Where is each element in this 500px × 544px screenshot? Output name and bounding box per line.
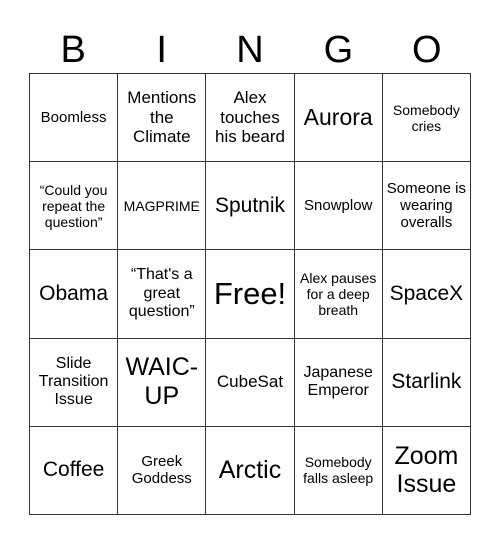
bingo-cell[interactable]: Alex pauses for a deep breath	[294, 250, 383, 339]
bingo-cell[interactable]: WAIC-UP	[118, 338, 207, 427]
bingo-cell[interactable]: Greek Goddess	[118, 426, 207, 515]
bingo-cell[interactable]: Someone is wearing overalls	[382, 162, 471, 251]
bingo-cell[interactable]: CubeSat	[206, 338, 295, 427]
bingo-cell[interactable]: Boomless	[30, 74, 119, 163]
bingo-cell[interactable]: Somebody cries	[382, 74, 471, 163]
bingo-cell[interactable]: Aurora	[294, 74, 383, 163]
free-space[interactable]: Free!	[206, 250, 295, 339]
header-letter-b: B	[60, 29, 86, 71]
bingo-cell[interactable]: Alex touches his beard	[206, 74, 295, 163]
bingo-cell[interactable]: Slide Transition Issue	[30, 338, 119, 427]
bingo-cell[interactable]: Snowplow	[294, 162, 383, 251]
bingo-cell[interactable]: Sputnik	[206, 162, 295, 251]
bingo-cell[interactable]: SpaceX	[382, 250, 471, 339]
header-letter-o: O	[412, 29, 442, 71]
bingo-grid: Boomless Mentions the Climate Alex touch…	[29, 73, 471, 515]
bingo-cell[interactable]: MAGPRIME	[118, 162, 207, 251]
bingo-cell[interactable]: “That's a great question”	[118, 250, 207, 339]
bingo-cell[interactable]: Arctic	[206, 426, 295, 515]
bingo-cell[interactable]: Obama	[30, 250, 119, 339]
header-letter-g: G	[323, 29, 354, 71]
bingo-cell[interactable]: Starlink	[382, 338, 471, 427]
bingo-cell[interactable]: Zoom Issue	[382, 426, 471, 515]
bingo-header: B I N G O	[29, 28, 471, 72]
bingo-cell[interactable]: Coffee	[30, 426, 119, 515]
bingo-cell[interactable]: “Could you repeat the question”	[30, 162, 119, 251]
bingo-cell[interactable]: Somebody falls asleep	[294, 426, 383, 515]
bingo-cell[interactable]: Japanese Emperor	[294, 338, 383, 427]
bingo-cell[interactable]: Mentions the Climate	[118, 74, 207, 163]
header-letter-n: N	[236, 29, 264, 71]
header-letter-i: I	[156, 29, 167, 71]
